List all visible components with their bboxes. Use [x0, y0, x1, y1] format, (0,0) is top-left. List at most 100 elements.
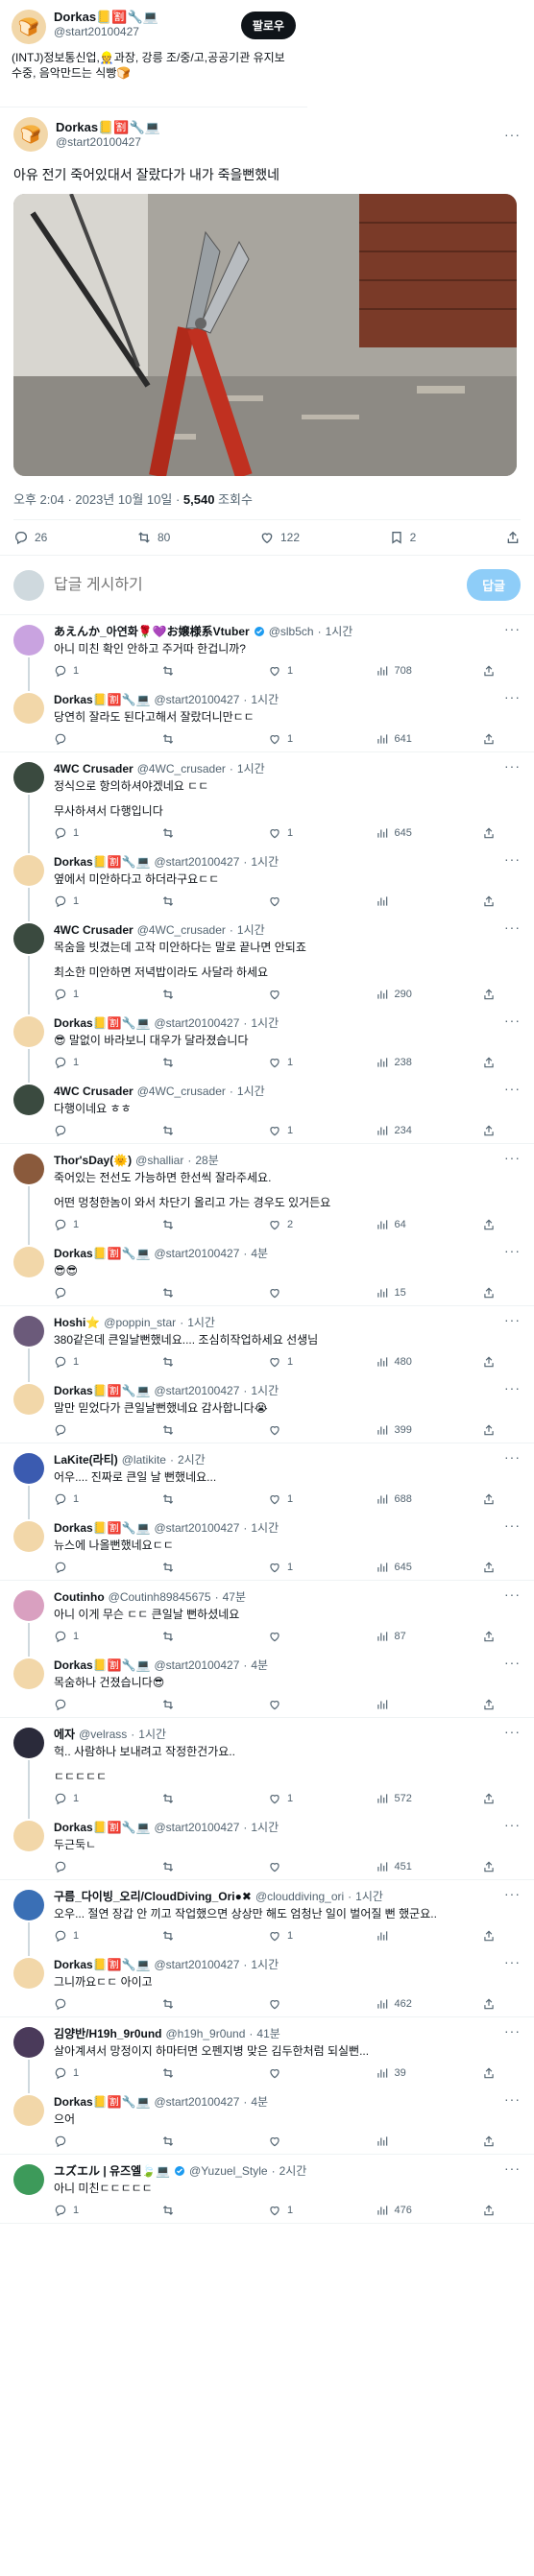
reply-item[interactable]: ··· LaKite(라티) @latikite · 2시간 어우.... 진짜…	[0, 1443, 534, 1519]
reply-time[interactable]: 1시간	[237, 1083, 265, 1099]
views-button[interactable]: 87	[376, 1630, 414, 1643]
share-button[interactable]	[482, 1056, 521, 1069]
reply-time[interactable]: 1시간	[326, 623, 353, 639]
submit-reply-button[interactable]: 답글	[467, 569, 521, 601]
more-icon[interactable]: ···	[504, 851, 521, 867]
reply-item[interactable]: ··· Dorkas📒🈹🔧💻 @start20100427 · 1시간 두근둑ㄴ…	[0, 1811, 534, 1879]
avatar[interactable]	[13, 1085, 44, 1115]
share-button[interactable]	[482, 732, 521, 746]
share-button[interactable]	[482, 2066, 521, 2080]
more-icon[interactable]: ···	[504, 1150, 521, 1165]
reply-button[interactable]	[54, 1997, 92, 2011]
avatar[interactable]	[13, 1890, 44, 1920]
reply-author-name[interactable]: 4WC Crusader	[54, 923, 134, 937]
share-button[interactable]	[482, 1792, 521, 1805]
reply-item[interactable]: ··· Dorkas📒🈹🔧💻 @start20100427 · 4분 😎😎 15	[0, 1237, 534, 1305]
reply-time[interactable]: 1시간	[251, 853, 279, 870]
retweet-button[interactable]	[161, 1286, 200, 1300]
share-button[interactable]	[482, 1860, 521, 1873]
reply-button[interactable]: 1	[54, 1355, 92, 1369]
reply-item[interactable]: ··· 에자 @velrass · 1시간 헉.. 사람하나 보내려고 작정한건…	[0, 1718, 534, 1819]
like-button[interactable]	[268, 1860, 306, 1873]
more-icon[interactable]: ···	[504, 1449, 521, 1465]
avatar[interactable]	[13, 923, 44, 954]
retweet-button[interactable]: 80	[136, 530, 170, 545]
reply-item[interactable]: ··· Dorkas📒🈹🔧💻 @start20100427 · 1시간 당연히 …	[0, 683, 534, 751]
avatar[interactable]	[13, 1154, 44, 1184]
reply-time[interactable]: 1시간	[187, 1314, 215, 1330]
like-button[interactable]: 1	[268, 1929, 306, 1943]
reply-button[interactable]: 1	[54, 1630, 92, 1643]
bookmark-button[interactable]: 2	[389, 530, 416, 545]
more-icon[interactable]: ···	[504, 1312, 521, 1327]
reply-button[interactable]: 1	[54, 1492, 92, 1506]
share-button[interactable]	[482, 1423, 521, 1437]
share-button[interactable]	[482, 664, 521, 678]
more-icon[interactable]: ···	[504, 1081, 521, 1096]
retweet-button[interactable]	[161, 664, 200, 678]
retweet-button[interactable]	[161, 1423, 200, 1437]
views-button[interactable]: 480	[376, 1355, 414, 1369]
reply-time[interactable]: 1시간	[251, 1382, 279, 1398]
follow-button[interactable]: 팔로우	[240, 12, 296, 39]
reply-button[interactable]	[54, 2135, 92, 2148]
retweet-button[interactable]	[161, 988, 200, 1001]
more-icon[interactable]: ···	[504, 1886, 521, 1901]
share-button[interactable]	[482, 1492, 521, 1506]
like-button[interactable]: 1	[268, 1056, 306, 1069]
share-button[interactable]	[482, 1355, 521, 1369]
retweet-button[interactable]	[161, 2135, 200, 2148]
reply-author-name[interactable]: Dorkas📒🈹🔧💻	[54, 1247, 150, 1260]
retweet-button[interactable]	[161, 1860, 200, 1873]
reply-button[interactable]: 1	[54, 1056, 92, 1069]
reply-time[interactable]: 28분	[195, 1152, 218, 1168]
views-button[interactable]: 234	[376, 1124, 414, 1137]
share-button[interactable]	[505, 530, 521, 545]
avatar[interactable]	[13, 1247, 44, 1277]
reply-item[interactable]: ··· Thor'sDay(🌞) @shalliar · 28분 죽어있는 전선…	[0, 1144, 534, 1245]
reply-time[interactable]: 1시간	[237, 921, 265, 938]
tweet-photo[interactable]	[13, 194, 517, 476]
share-button[interactable]	[482, 1997, 521, 2011]
reply-button[interactable]	[54, 732, 92, 746]
avatar[interactable]	[13, 762, 44, 793]
share-button[interactable]	[482, 1124, 521, 1137]
reply-item[interactable]: ··· ユズエル | 유즈엘🍃💻 @Yuzuel_Style · 2시간 아니 …	[0, 2155, 534, 2223]
more-icon[interactable]: ···	[504, 1013, 521, 1028]
reply-author-name[interactable]: Dorkas📒🈹🔧💻	[54, 1958, 150, 1971]
like-button[interactable]: 1	[268, 2204, 306, 2217]
reply-button[interactable]: 1	[54, 988, 92, 1001]
retweet-button[interactable]	[161, 1929, 200, 1943]
reply-item[interactable]: ··· 4WC Crusader @4WC_crusader · 1시간 다행이…	[0, 1075, 534, 1143]
reply-time[interactable]: 4분	[251, 1245, 268, 1261]
views-button[interactable]: 64	[376, 1218, 414, 1231]
reply-time[interactable]: 1시간	[251, 1014, 279, 1031]
reply-item[interactable]: ··· Dorkas📒🈹🔧💻 @start20100427 · 1시간 그니까요…	[0, 1948, 534, 2016]
reply-time[interactable]: 47분	[223, 1588, 246, 1605]
reply-input[interactable]	[54, 576, 458, 594]
views-button[interactable]	[376, 2135, 414, 2148]
avatar[interactable]	[13, 1821, 44, 1851]
like-button[interactable]: 2	[268, 1218, 306, 1231]
reply-item[interactable]: ··· Dorkas📒🈹🔧💻 @start20100427 · 4분 목숨하나 …	[0, 1649, 534, 1717]
retweet-button[interactable]	[161, 894, 200, 908]
views-button[interactable]: 399	[376, 1423, 414, 1437]
reply-button[interactable]: 1	[54, 2204, 92, 2217]
like-button[interactable]: 1	[268, 1492, 306, 1506]
reply-item[interactable]: ··· あえんか_아연화🌹💜お嬢様系Vtuber @slb5ch · 1시간 아…	[0, 615, 534, 691]
retweet-button[interactable]	[161, 2204, 200, 2217]
share-button[interactable]	[482, 1698, 521, 1711]
reply-author-name[interactable]: Dorkas📒🈹🔧💻	[54, 1384, 150, 1397]
author-name[interactable]: Dorkas📒🈹🔧💻	[56, 120, 160, 135]
reply-button[interactable]	[54, 1698, 92, 1711]
more-icon[interactable]: ···	[504, 1517, 521, 1533]
reply-time[interactable]: 2시간	[178, 1451, 206, 1467]
reply-author-name[interactable]: 구름_다이빙_오리/CloudDiving_Ori●✖	[54, 1888, 252, 1904]
like-button[interactable]: 122	[259, 530, 300, 545]
like-button[interactable]: 1	[268, 732, 306, 746]
reply-item[interactable]: ··· 4WC Crusader @4WC_crusader · 1시간 목숨을…	[0, 914, 534, 1014]
reply-time[interactable]: 4분	[251, 2093, 268, 2110]
share-button[interactable]	[482, 1286, 521, 1300]
reply-author-name[interactable]: Thor'sDay(🌞)	[54, 1154, 132, 1167]
reply-author-name[interactable]: Dorkas📒🈹🔧💻	[54, 2095, 150, 2109]
